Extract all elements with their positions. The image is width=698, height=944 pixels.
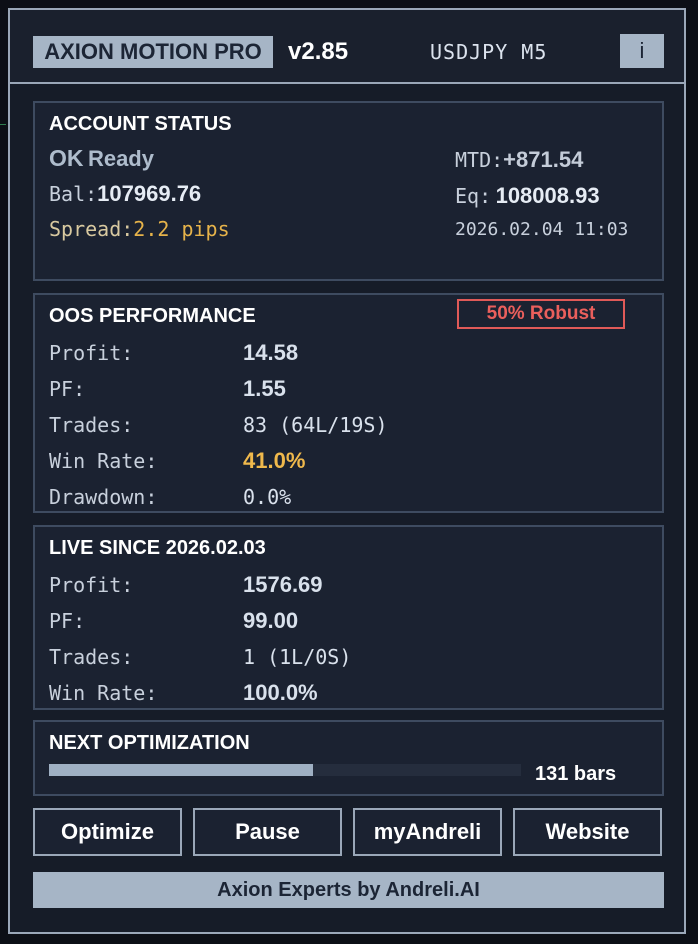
oos-performance-title: OOS PERFORMANCE — [49, 305, 256, 327]
live-trades-value: 1 (1L/0S) — [243, 645, 352, 669]
info-button[interactable]: i — [620, 34, 664, 68]
live-pf-value: 99.00 — [243, 608, 299, 633]
oos-winrate-value: 41.0% — [243, 448, 306, 473]
spread-line: Spread:2.2 pips — [49, 217, 230, 241]
live-pf-label: PF: — [49, 609, 86, 633]
account-status-title: ACCOUNT STATUS — [49, 113, 232, 135]
oos-trades-label: Trades: — [49, 413, 134, 437]
status-line: OK Ready — [49, 145, 154, 172]
balance-label: Bal: — [49, 182, 98, 206]
live-since-title: LIVE SINCE 2026.02.03 — [49, 537, 266, 559]
app-name-badge: AXION MOTION PRO — [33, 36, 273, 68]
live-winrate-value: 100.0% — [243, 680, 318, 705]
mtd-label: MTD: — [455, 148, 504, 172]
live-winrate-label: Win Rate: — [49, 681, 158, 705]
account-status-section: ACCOUNT STATUS OK Ready MTD:+871.54 Bal:… — [33, 101, 664, 281]
oos-pf-label: PF: — [49, 377, 86, 401]
robustness-badge: 50% Robust — [457, 299, 625, 329]
mtd-line: MTD:+871.54 — [455, 147, 583, 173]
next-optimization-section: NEXT OPTIMIZATION 131 bars — [33, 720, 664, 796]
bars-remaining: 131 bars — [535, 763, 617, 785]
status-ok: OK — [49, 145, 84, 171]
live-trades-label: Trades: — [49, 645, 134, 669]
website-button[interactable]: Website — [513, 808, 662, 856]
equity-line: Eq: 108008.93 — [455, 183, 600, 209]
pause-button[interactable]: Pause — [193, 808, 342, 856]
footer-banner[interactable]: Axion Experts by Andreli.AI — [33, 872, 664, 908]
oos-winrate-label: Win Rate: — [49, 449, 158, 473]
oos-pf-value: 1.55 — [243, 376, 286, 401]
oos-drawdown-label: Drawdown: — [49, 485, 158, 509]
next-optimization-title: NEXT OPTIMIZATION — [49, 732, 250, 754]
optimization-progress-fill — [49, 764, 314, 776]
balance-line: Bal:107969.76 — [49, 181, 201, 207]
live-performance-section: LIVE SINCE 2026.02.03 Profit: 1576.69 PF… — [33, 525, 664, 710]
equity-value: 108008.93 — [495, 183, 600, 208]
chart-edge-mark — [0, 124, 6, 125]
live-profit-label: Profit: — [49, 573, 134, 597]
status-text: Ready — [87, 146, 154, 171]
server-datetime: 2026.02.04 11:03 — [455, 219, 629, 240]
myandreli-button[interactable]: myAndreli — [353, 808, 502, 856]
live-profit-value: 1576.69 — [243, 572, 323, 597]
oos-profit-label: Profit: — [49, 341, 134, 365]
equity-label: Eq: — [455, 184, 492, 208]
oos-trades-value: 83 (64L/19S) — [243, 413, 388, 437]
spread-label: Spread: — [49, 217, 134, 241]
balance-value: 107969.76 — [97, 181, 202, 206]
optimization-progress-bar — [49, 764, 521, 776]
optimize-button[interactable]: Optimize — [33, 808, 182, 856]
mtd-value: +871.54 — [503, 147, 584, 172]
oos-performance-section: OOS PERFORMANCE 50% Robust Profit: 14.58… — [33, 293, 664, 513]
oos-profit-value: 14.58 — [243, 340, 299, 365]
oos-drawdown-value: 0.0% — [243, 485, 292, 509]
title-bar: AXION MOTION PRO v2.85 USDJPY M5 i — [10, 10, 684, 82]
version-label: v2.85 — [288, 38, 349, 65]
ea-dashboard-panel: AXION MOTION PRO v2.85 USDJPY M5 i ACCOU… — [8, 8, 686, 934]
symbol-timeframe: USDJPY M5 — [430, 40, 548, 64]
spread-value: 2.2 pips — [133, 217, 230, 241]
title-divider — [10, 82, 684, 84]
